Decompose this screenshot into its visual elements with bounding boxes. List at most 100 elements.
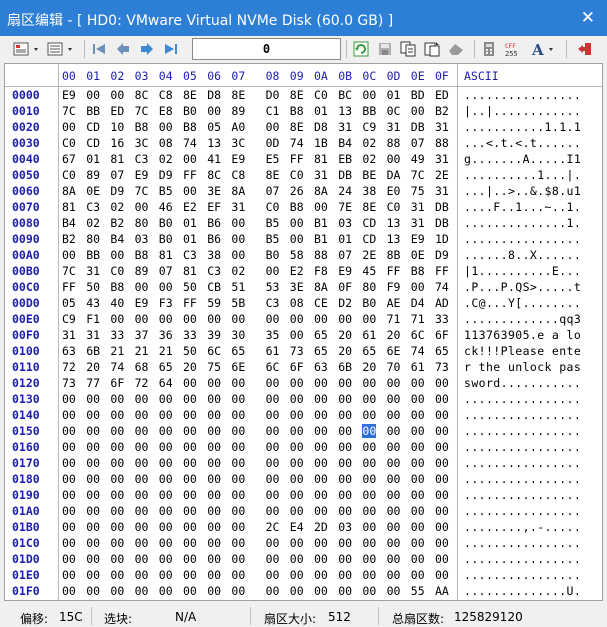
ascii-text[interactable]: ................	[464, 232, 581, 246]
byte-cell[interactable]: 8C	[135, 88, 149, 102]
byte-cell[interactable]: 00	[110, 392, 124, 406]
byte-cell[interactable]: 8A	[314, 184, 328, 198]
byte-cell[interactable]: 00	[338, 312, 352, 326]
byte-cell[interactable]: 75	[207, 360, 221, 374]
byte-cell[interactable]: 00	[183, 184, 197, 198]
byte-cell[interactable]: 89	[231, 104, 245, 118]
byte-cell[interactable]: 8A	[62, 184, 76, 198]
byte-cell[interactable]: 00	[207, 568, 221, 582]
byte-cell[interactable]: 0E	[411, 248, 425, 262]
byte-cell[interactable]: 08	[159, 136, 173, 150]
ascii-text[interactable]: r the unlock pas	[464, 360, 581, 374]
byte-cell[interactable]: 00	[135, 456, 149, 470]
byte-cell[interactable]: 01	[338, 232, 352, 246]
byte-cell[interactable]: 00	[231, 552, 245, 566]
byte-cell[interactable]: 7C	[62, 264, 76, 278]
byte-cell[interactable]: 00	[290, 504, 304, 518]
byte-cell[interactable]: AD	[435, 296, 449, 310]
byte-cell[interactable]: 6B	[338, 360, 352, 374]
byte-cell[interactable]: 20	[362, 360, 376, 374]
byte-cell[interactable]: 39	[207, 328, 221, 342]
byte-cell[interactable]: 00	[207, 456, 221, 470]
byte-cell[interactable]: 53	[266, 280, 280, 294]
byte-cell[interactable]: 8E	[290, 88, 304, 102]
byte-cell[interactable]: 00	[266, 312, 280, 326]
byte-cell[interactable]: 00	[411, 280, 425, 294]
byte-cell[interactable]: C0	[290, 168, 304, 182]
byte-cell[interactable]: C0	[266, 200, 280, 214]
byte-cell[interactable]: 00	[387, 536, 401, 550]
byte-cell[interactable]: D9	[110, 184, 124, 198]
byte-cell[interactable]: 0F	[338, 280, 352, 294]
byte-cell[interactable]: 00	[110, 488, 124, 502]
byte-cell[interactable]: BC	[338, 88, 352, 102]
byte-cell[interactable]: 00	[86, 552, 100, 566]
byte-cell[interactable]: 00	[387, 424, 401, 438]
byte-cell[interactable]: 00	[231, 248, 245, 262]
byte-cell[interactable]: 20	[387, 328, 401, 342]
byte-cell[interactable]: DB	[411, 120, 425, 134]
byte-cell[interactable]: 8A	[231, 184, 245, 198]
byte-cell[interactable]: 3E	[290, 280, 304, 294]
byte-cell[interactable]: 00	[314, 392, 328, 406]
byte-cell[interactable]: F8	[314, 264, 328, 278]
byte-cell[interactable]: 00	[159, 408, 173, 422]
byte-cell[interactable]: 00	[183, 392, 197, 406]
byte-cell[interactable]: 00	[362, 392, 376, 406]
byte-cell[interactable]: 00	[314, 552, 328, 566]
byte-cell[interactable]: 00	[338, 488, 352, 502]
byte-cell[interactable]: EF	[207, 200, 221, 214]
byte-cell[interactable]: B8	[110, 280, 124, 294]
byte-cell[interactable]: 6F	[435, 328, 449, 342]
byte-cell[interactable]: 00	[290, 536, 304, 550]
byte-cell[interactable]: 00	[266, 264, 280, 278]
byte-cell[interactable]: 00	[362, 520, 376, 534]
ascii-text[interactable]: ................	[464, 568, 581, 582]
byte-cell[interactable]: 03	[338, 216, 352, 230]
byte-cell[interactable]: 65	[435, 344, 449, 358]
byte-cell[interactable]: 00	[207, 584, 221, 598]
byte-cell[interactable]: 00	[387, 456, 401, 470]
byte-cell[interactable]: 20	[86, 360, 100, 374]
byte-cell[interactable]: 81	[159, 248, 173, 262]
byte-cell[interactable]: 31	[411, 200, 425, 214]
byte-cell[interactable]: 31	[338, 120, 352, 134]
next-sector-button[interactable]	[138, 40, 156, 58]
byte-cell[interactable]: 00	[314, 408, 328, 422]
byte-cell[interactable]: D8	[314, 120, 328, 134]
ascii-text[interactable]: ................	[464, 392, 581, 406]
byte-cell[interactable]: B0	[362, 296, 376, 310]
byte-cell[interactable]: 80	[362, 280, 376, 294]
byte-cell[interactable]: 02	[231, 264, 245, 278]
byte-cell[interactable]: 68	[135, 360, 149, 374]
byte-cell[interactable]: 00	[387, 584, 401, 598]
byte-cell[interactable]: 00	[411, 536, 425, 550]
byte-cell[interactable]: BB	[86, 104, 100, 118]
byte-cell[interactable]: 00	[362, 312, 376, 326]
byte-cell[interactable]: 61	[266, 344, 280, 358]
byte-cell[interactable]: BE	[362, 168, 376, 182]
byte-cell[interactable]: 00	[314, 456, 328, 470]
byte-cell[interactable]: CD	[362, 232, 376, 246]
ascii-text[interactable]: ................	[464, 536, 581, 550]
byte-cell[interactable]: 07	[110, 168, 124, 182]
byte-cell[interactable]: 00	[135, 552, 149, 566]
byte-cell[interactable]: 00	[314, 584, 328, 598]
byte-cell[interactable]: 8A	[314, 280, 328, 294]
byte-cell[interactable]: 00	[135, 280, 149, 294]
ascii-text[interactable]: ................	[464, 504, 581, 518]
byte-cell[interactable]: 00	[135, 472, 149, 486]
byte-cell[interactable]: 00	[290, 456, 304, 470]
byte-cell[interactable]: 00	[338, 392, 352, 406]
ascii-text[interactable]: ...........1.1.1	[464, 120, 581, 134]
byte-cell[interactable]: 00	[159, 312, 173, 326]
byte-cell[interactable]: 00	[159, 280, 173, 294]
byte-cell[interactable]: B6	[207, 216, 221, 230]
byte-cell[interactable]: 3C	[135, 136, 149, 150]
byte-cell[interactable]: 00	[411, 520, 425, 534]
byte-cell[interactable]: 05	[62, 296, 76, 310]
paste-sector-button[interactable]	[422, 40, 442, 58]
byte-cell[interactable]: E5	[266, 152, 280, 166]
byte-cell[interactable]: 00	[231, 456, 245, 470]
byte-cell[interactable]: 00	[183, 440, 197, 454]
